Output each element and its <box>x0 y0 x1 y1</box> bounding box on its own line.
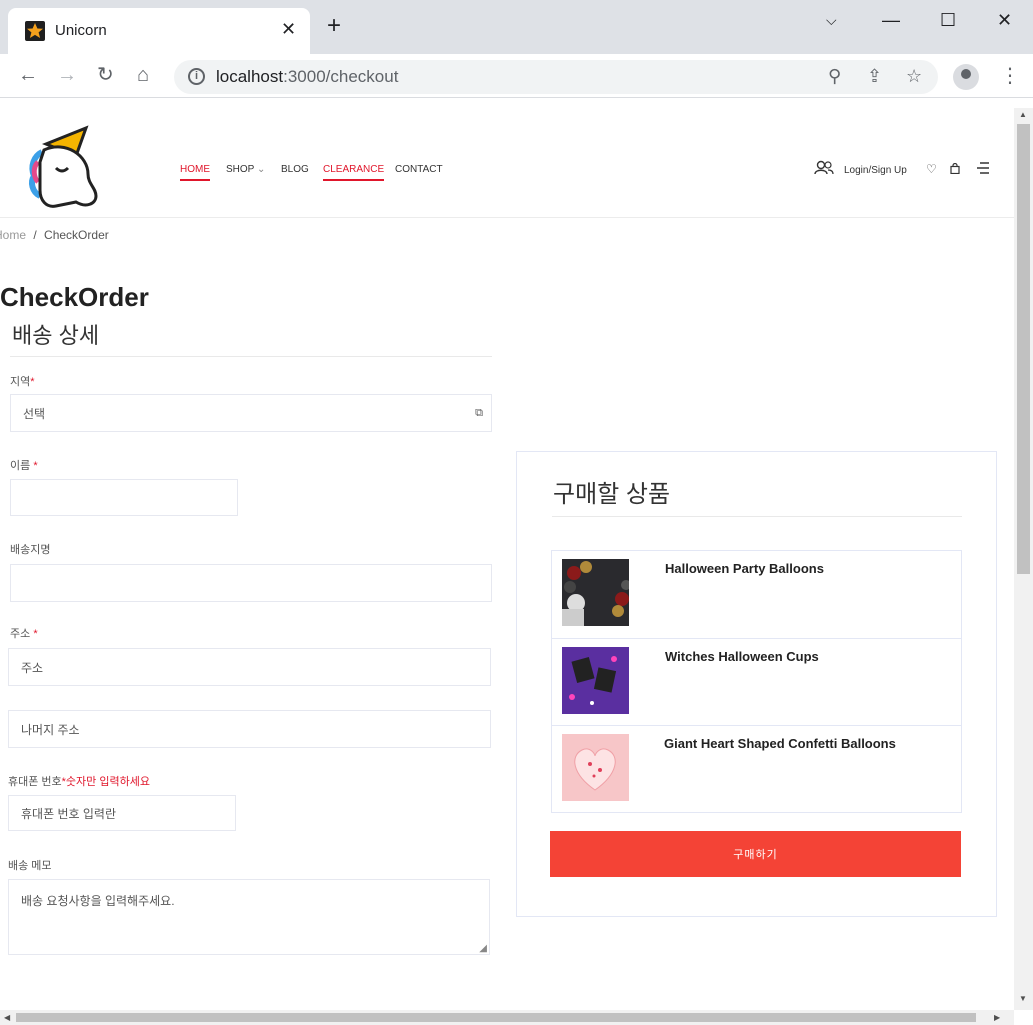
product-list: Halloween Party Balloons Witches Hallowe… <box>551 550 962 813</box>
address-bar[interactable]: i localhost:3000/checkout ⚲ ⇪ ☆ <box>174 60 938 94</box>
horizontal-scroll-thumb[interactable] <box>16 1013 976 1022</box>
phone-label: 휴대폰 번호*숫자만 입력하세요 <box>8 776 150 788</box>
region-select[interactable]: 선택 ⧉ <box>10 394 492 432</box>
product-row[interactable]: Witches Halloween Cups <box>552 639 961 726</box>
profile-avatar-icon[interactable] <box>953 64 979 90</box>
product-name[interactable]: Giant Heart Shaped Confetti Balloons <box>664 736 896 751</box>
address-placeholder: 주소 <box>21 660 44 675</box>
address-label: 주소 * <box>10 628 38 640</box>
shipping-details-title: 배송 상세 <box>12 323 100 348</box>
browser-toolbar: ← → ↻ ⌂ i localhost:3000/checkout ⚲ ⇪ ☆ … <box>0 54 1033 98</box>
bookmark-star-icon[interactable]: ☆ <box>906 66 922 87</box>
url-text: localhost:3000/checkout <box>216 67 399 86</box>
browser-tab[interactable]: Unicorn ✕ <box>8 8 310 54</box>
browser-menu-icon[interactable]: ⋮ <box>1000 63 1020 88</box>
unicorn-logo[interactable] <box>26 122 101 210</box>
home-icon[interactable]: ⌂ <box>137 63 149 87</box>
heart-icon[interactable]: ♡ <box>926 162 937 176</box>
phone-input[interactable]: 휴대폰 번호 입력란 <box>8 795 236 831</box>
region-select-value: 선택 <box>23 406 46 421</box>
minimize-icon[interactable]: — <box>882 10 900 31</box>
star-favicon-icon <box>25 21 45 41</box>
form-divider <box>10 356 492 357</box>
zoom-icon[interactable]: ⚲ <box>828 66 841 87</box>
resize-handle-icon[interactable]: ◢ <box>479 943 487 954</box>
product-row[interactable]: Halloween Party Balloons <box>552 551 961 639</box>
address-detail-placeholder: 나머지 주소 <box>21 722 80 737</box>
login-signup-link[interactable]: Login/Sign Up <box>844 165 907 176</box>
header-divider <box>0 217 1014 218</box>
breadcrumb-separator: / <box>33 228 37 242</box>
tab-search-chevron-icon[interactable]: ⌵ <box>826 12 837 29</box>
nav-shop[interactable]: SHOP ⌄ <box>226 164 265 175</box>
scroll-up-icon[interactable]: ▲ <box>1019 110 1027 119</box>
breadcrumb: Home / CheckOrder <box>0 228 109 242</box>
memo-label: 배송 메모 <box>8 860 52 872</box>
phone-hint: *숫자만 입력하세요 <box>61 776 150 788</box>
tab-title: Unicorn <box>55 22 107 39</box>
scroll-right-icon[interactable]: ▶ <box>994 1013 1000 1022</box>
select-dropdown-icon: ⧉ <box>475 407 483 419</box>
cart-bag-icon[interactable] <box>950 162 960 177</box>
product-image <box>562 647 629 714</box>
nav-blog[interactable]: BLOG <box>281 164 309 175</box>
delivery-place-input[interactable] <box>10 564 492 602</box>
breadcrumb-current: CheckOrder <box>44 228 109 242</box>
memo-textarea[interactable]: 배송 요청사항을 입력해주세요. ◢ <box>8 879 490 955</box>
site-info-icon[interactable]: i <box>188 68 205 85</box>
phone-placeholder: 휴대폰 번호 입력란 <box>21 806 116 821</box>
maximize-icon[interactable]: ☐ <box>940 10 956 31</box>
menu-lines-icon[interactable] <box>976 162 990 177</box>
share-icon[interactable]: ⇪ <box>867 66 882 87</box>
browser-tabstrip: Unicorn ✕ + ⌵ — ☐ ✕ <box>0 0 1033 54</box>
page-title: CheckOrder <box>0 282 149 312</box>
name-input[interactable] <box>10 479 238 516</box>
product-image <box>562 559 631 626</box>
vertical-scroll-thumb[interactable] <box>1017 124 1030 574</box>
purchase-button[interactable]: 구매하기 <box>550 831 961 877</box>
memo-placeholder: 배송 요청사항을 입력해주세요. <box>21 894 175 908</box>
nav-clearance[interactable]: CLEARANCE <box>323 164 385 181</box>
product-name[interactable]: Witches Halloween Cups <box>665 649 819 664</box>
breadcrumb-home[interactable]: Home <box>0 228 26 242</box>
horizontal-scrollbar[interactable]: ◀ ▶ <box>0 1010 1014 1025</box>
scroll-down-icon[interactable]: ▼ <box>1019 994 1027 1003</box>
user-icon[interactable] <box>814 160 834 179</box>
vertical-scrollbar[interactable]: ▲ ▼ <box>1014 108 1033 1010</box>
address-input[interactable]: 주소 <box>8 648 491 686</box>
order-title: 구매할 상품 <box>553 481 671 508</box>
address-detail-input[interactable]: 나머지 주소 <box>8 710 491 748</box>
chevron-down-icon: ⌄ <box>256 164 266 175</box>
back-arrow-icon[interactable]: ← <box>18 63 38 87</box>
scroll-left-icon[interactable]: ◀ <box>4 1013 10 1022</box>
order-divider <box>552 516 962 517</box>
close-window-icon[interactable]: ✕ <box>997 10 1012 31</box>
region-label: 지역* <box>10 376 35 388</box>
product-name[interactable]: Halloween Party Balloons <box>665 561 824 576</box>
reload-icon[interactable]: ↻ <box>97 63 114 87</box>
delivery-place-label: 배송지명 <box>10 544 51 556</box>
nav-home[interactable]: HOME <box>180 164 210 181</box>
new-tab-icon[interactable]: + <box>327 14 341 38</box>
name-label: 이름 * <box>10 460 38 472</box>
forward-arrow-icon[interactable]: → <box>57 63 77 87</box>
close-tab-icon[interactable]: ✕ <box>281 19 296 40</box>
product-image <box>562 734 629 801</box>
nav-contact[interactable]: CONTACT <box>395 164 443 175</box>
product-row[interactable]: Giant Heart Shaped Confetti Balloons <box>552 726 961 812</box>
